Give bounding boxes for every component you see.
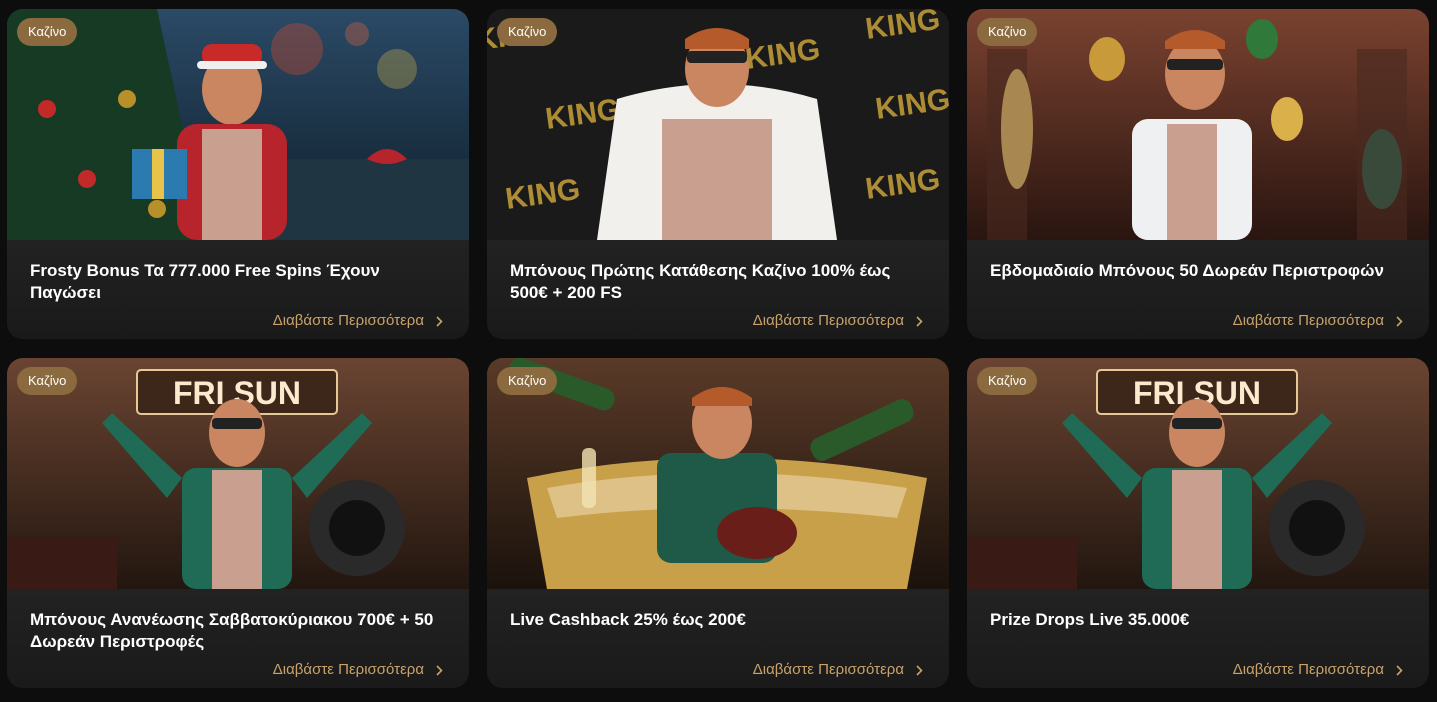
promo-card[interactable]: FRI SUN Καζίνο Μπόνους Ανανέωσης Σαββατο… (7, 358, 469, 688)
read-more-label: Διαβάστε Περισσότερα (1232, 661, 1384, 678)
promo-image-christmas[interactable] (7, 9, 469, 240)
promo-card-body: Frosty Bonus Τα 777.000 Free Spins Έχουν… (7, 240, 469, 339)
read-more-link[interactable]: Διαβάστε Περισσότερα (273, 660, 443, 680)
read-more-link[interactable]: Διαβάστε Περισσότερα (753, 660, 923, 680)
read-more-link[interactable]: Διαβάστε Περισσότερα (753, 311, 923, 331)
read-more-link[interactable]: Διαβάστε Περισσότερα (273, 311, 443, 331)
promo-card-body: Live Cashback 25% έως 200€ Διαβάστε Περι… (487, 589, 949, 688)
chevron-right-icon (436, 315, 443, 327)
read-more-link[interactable]: Διαβάστε Περισσότερα (1233, 311, 1403, 331)
category-badge: Καζίνο (17, 18, 78, 46)
promo-card[interactable]: FRI SUN Καζίνο Prize Drops Live 35.000€ … (967, 358, 1429, 688)
category-badge: Καζίνο (497, 18, 558, 46)
promo-card[interactable]: KING KING KING KING KING KING KING Καζίν… (487, 9, 949, 339)
read-more-link[interactable]: Διαβάστε Περισσότερα (1233, 660, 1403, 680)
chevron-right-icon (916, 664, 923, 676)
category-badge: Καζίνο (497, 367, 558, 395)
chevron-right-icon (916, 315, 923, 327)
read-more-label: Διαβάστε Περισσότερα (1232, 312, 1384, 329)
category-badge: Καζίνο (977, 18, 1038, 46)
promo-card-body: Εβδομαδιαίο Μπόνους 50 Δωρεάν Περιστροφώ… (967, 240, 1429, 339)
promo-card[interactable]: Καζίνο Εβδομαδιαίο Μπόνους 50 Δωρεάν Περ… (967, 9, 1429, 339)
promo-title: Εβδομαδιαίο Μπόνους 50 Δωρεάν Περιστροφώ… (990, 261, 1384, 280)
promo-card[interactable]: Καζίνο Live Cashback 25% έως 200€ Διαβάσ… (487, 358, 949, 688)
promotions-grid: Καζίνο Frosty Bonus Τα 777.000 Free Spin… (0, 0, 1437, 702)
promo-title: Prize Drops Live 35.000€ (990, 610, 1190, 629)
category-badge: Καζίνο (977, 367, 1038, 395)
chevron-right-icon (1396, 664, 1403, 676)
promo-image-museum[interactable] (967, 9, 1429, 240)
read-more-label: Διαβάστε Περισσότερα (752, 661, 904, 678)
promo-image-king[interactable]: KING KING KING KING KING KING KING (487, 9, 949, 240)
read-more-label: Διαβάστε Περισσότερα (272, 312, 424, 329)
promo-card[interactable]: Καζίνο Frosty Bonus Τα 777.000 Free Spin… (7, 9, 469, 339)
category-badge: Καζίνο (17, 367, 78, 395)
promo-title: Live Cashback 25% έως 200€ (510, 610, 746, 629)
promo-card-body: Μπόνους Ανανέωσης Σαββατοκύριακου 700€ +… (7, 589, 469, 688)
promo-image-frisun[interactable]: FRI SUN (967, 358, 1429, 589)
chevron-right-icon (436, 664, 443, 676)
promo-image-frisun[interactable]: FRI SUN (7, 358, 469, 589)
chevron-right-icon (1396, 315, 1403, 327)
promo-card-body: Prize Drops Live 35.000€ Διαβάστε Περισσ… (967, 589, 1429, 688)
promo-title: Frosty Bonus Τα 777.000 Free Spins Έχουν… (30, 261, 380, 302)
promo-card-body: Μπόνους Πρώτης Κατάθεσης Καζίνο 100% έως… (487, 240, 949, 339)
promo-title: Μπόνους Πρώτης Κατάθεσης Καζίνο 100% έως… (510, 261, 891, 302)
promo-title: Μπόνους Ανανέωσης Σαββατοκύριακου 700€ +… (30, 610, 434, 651)
read-more-label: Διαβάστε Περισσότερα (752, 312, 904, 329)
promo-image-bath[interactable] (487, 358, 949, 589)
read-more-label: Διαβάστε Περισσότερα (272, 661, 424, 678)
